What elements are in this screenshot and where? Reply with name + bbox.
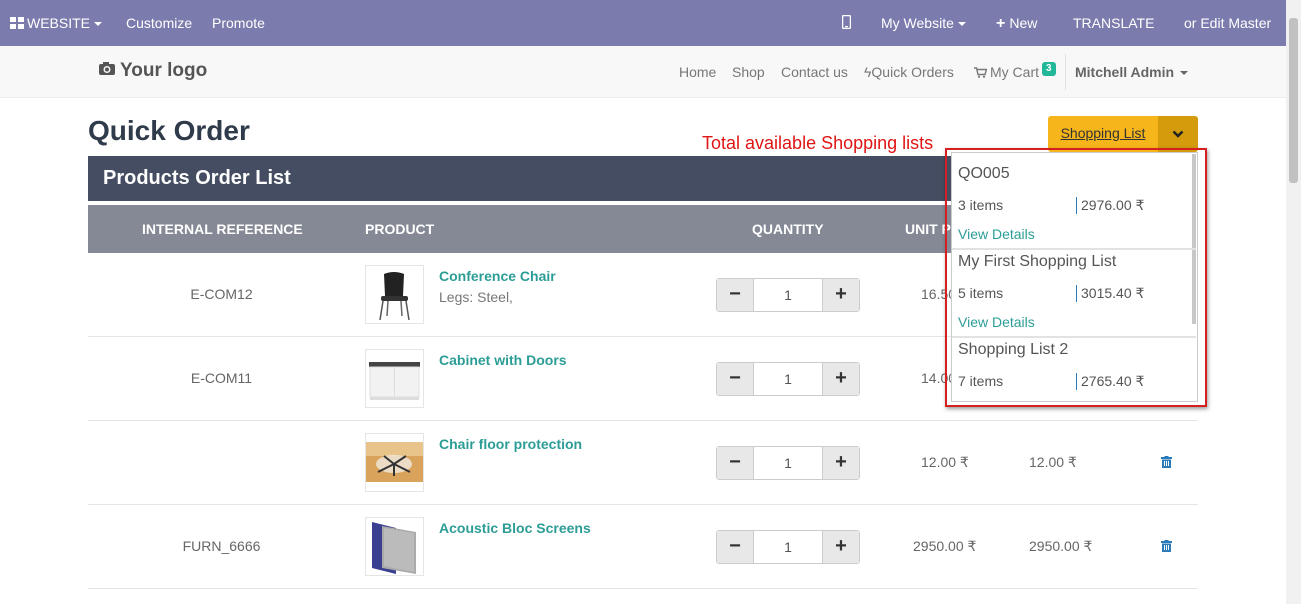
unit-price: 12.00 ₹ xyxy=(921,454,969,470)
decrease-quantity-button[interactable]: − xyxy=(717,363,753,395)
logo-text: Your logo xyxy=(120,60,208,82)
nav-my-cart[interactable]: My Cart 3 xyxy=(974,46,1056,98)
customize-menu[interactable]: Customize xyxy=(126,0,192,46)
mobile-icon xyxy=(841,1,852,47)
col-internal-reference: INTERNAL REFERENCE xyxy=(142,221,303,237)
product-name-link[interactable]: Acoustic Bloc Screens xyxy=(439,520,591,536)
website-menu[interactable]: WEBSITE xyxy=(10,0,103,47)
plus-icon: + xyxy=(996,15,1006,32)
quantity-input[interactable]: 1 xyxy=(753,279,823,311)
internal-reference: E-COM12 xyxy=(190,286,253,302)
nav-home[interactable]: Home xyxy=(679,46,716,98)
promote-menu[interactable]: Promote xyxy=(212,0,265,46)
quantity-stepper: − 1 + xyxy=(716,530,860,564)
product-name-link[interactable]: Chair floor protection xyxy=(439,436,582,452)
total-price: 12.00 ₹ xyxy=(1029,454,1077,470)
page-scrollbar[interactable] xyxy=(1286,0,1301,604)
annotation-text: Total available Shopping lists xyxy=(702,133,934,153)
quantity-stepper: − 1 + xyxy=(716,362,860,396)
user-menu[interactable]: Mitchell Admin xyxy=(1075,46,1189,98)
product-name-link[interactable]: Cabinet with Doors xyxy=(439,352,567,368)
scrollbar-thumb[interactable] xyxy=(1289,18,1298,183)
increase-quantity-button[interactable]: + xyxy=(823,447,859,479)
cart-count-badge: 3 xyxy=(1042,62,1056,76)
annotation-highlight-box xyxy=(945,148,1207,407)
decrease-quantity-button[interactable]: − xyxy=(717,531,753,563)
col-unit-price: UNIT P xyxy=(905,221,951,237)
page-title: Quick Order xyxy=(88,115,250,146)
product-name-link[interactable]: Conference Chair xyxy=(439,268,556,284)
admin-bar: WEBSITE Customize Promote My Website + Ne… xyxy=(0,0,1286,46)
quantity-stepper: − 1 + xyxy=(716,278,860,312)
chevron-down-icon xyxy=(94,22,103,27)
my-website-label: My Website xyxy=(881,15,954,31)
new-button[interactable]: + New xyxy=(996,0,1037,46)
increase-quantity-button[interactable]: + xyxy=(823,531,859,563)
user-name: Mitchell Admin xyxy=(1075,64,1175,80)
increase-quantity-button[interactable]: + xyxy=(823,279,859,311)
quantity-input[interactable]: 1 xyxy=(753,447,823,479)
chevron-down-icon xyxy=(1180,71,1189,76)
table-row: FURN_6666 Acoustic Bloc Screens − 1 + 29… xyxy=(88,505,1198,589)
site-logo[interactable]: Your logo xyxy=(98,60,207,82)
product-variant: Legs: Steel, xyxy=(439,289,513,305)
nav-quick-orders[interactable]: ϟQuick Orders xyxy=(864,46,954,98)
decrease-quantity-button[interactable]: − xyxy=(717,447,753,479)
nav-my-cart-label: My Cart xyxy=(990,64,1039,80)
camera-icon xyxy=(98,60,116,82)
cart-icon xyxy=(974,47,988,99)
nav-contact-us[interactable]: Contact us xyxy=(781,46,848,98)
my-website-menu[interactable]: My Website xyxy=(881,0,966,46)
unit-price: 2950.00 ₹ xyxy=(913,538,977,554)
col-product: PRODUCT xyxy=(365,221,435,237)
total-price: 2950.00 ₹ xyxy=(1029,538,1093,554)
quantity-stepper: − 1 + xyxy=(716,446,860,480)
translate-button[interactable]: TRANSLATE xyxy=(1073,0,1154,46)
internal-reference: FURN_6666 xyxy=(182,538,261,554)
increase-quantity-button[interactable]: + xyxy=(823,363,859,395)
edit-master-button[interactable]: or Edit Master xyxy=(1184,0,1271,46)
mobile-preview-button[interactable] xyxy=(841,0,852,47)
shopping-list-button[interactable]: Shopping List xyxy=(1048,116,1158,152)
nav-divider xyxy=(1065,54,1066,90)
decrease-quantity-button[interactable]: − xyxy=(717,279,753,311)
site-navbar: Your logo Home Shop Contact us ϟQuick Or… xyxy=(0,46,1286,98)
table-row: Chair floor protection − 1 + 12.00 ₹ 12.… xyxy=(88,421,1198,505)
chevron-down-icon xyxy=(957,22,966,27)
apps-grid-icon xyxy=(10,1,24,47)
chevron-down-icon xyxy=(1172,125,1184,143)
website-label: WEBSITE xyxy=(27,15,91,31)
shopping-list-dropdown[interactable]: Shopping List xyxy=(1048,116,1198,152)
nav-quick-orders-label: Quick Orders xyxy=(871,64,954,80)
product-image-cabinet[interactable] xyxy=(365,349,424,408)
internal-reference: E-COM11 xyxy=(190,370,253,386)
quantity-input[interactable]: 1 xyxy=(753,531,823,563)
product-image-floor-protection[interactable] xyxy=(365,433,424,492)
quantity-input[interactable]: 1 xyxy=(753,363,823,395)
trash-icon[interactable] xyxy=(1161,455,1172,473)
col-quantity: QUANTITY xyxy=(752,221,824,237)
shopping-list-toggle[interactable] xyxy=(1158,116,1198,152)
product-image-chair[interactable] xyxy=(365,265,424,324)
product-image-acoustic-screens[interactable] xyxy=(365,517,424,576)
new-label: New xyxy=(1009,15,1038,31)
trash-icon[interactable] xyxy=(1161,539,1172,557)
nav-shop[interactable]: Shop xyxy=(732,46,765,98)
